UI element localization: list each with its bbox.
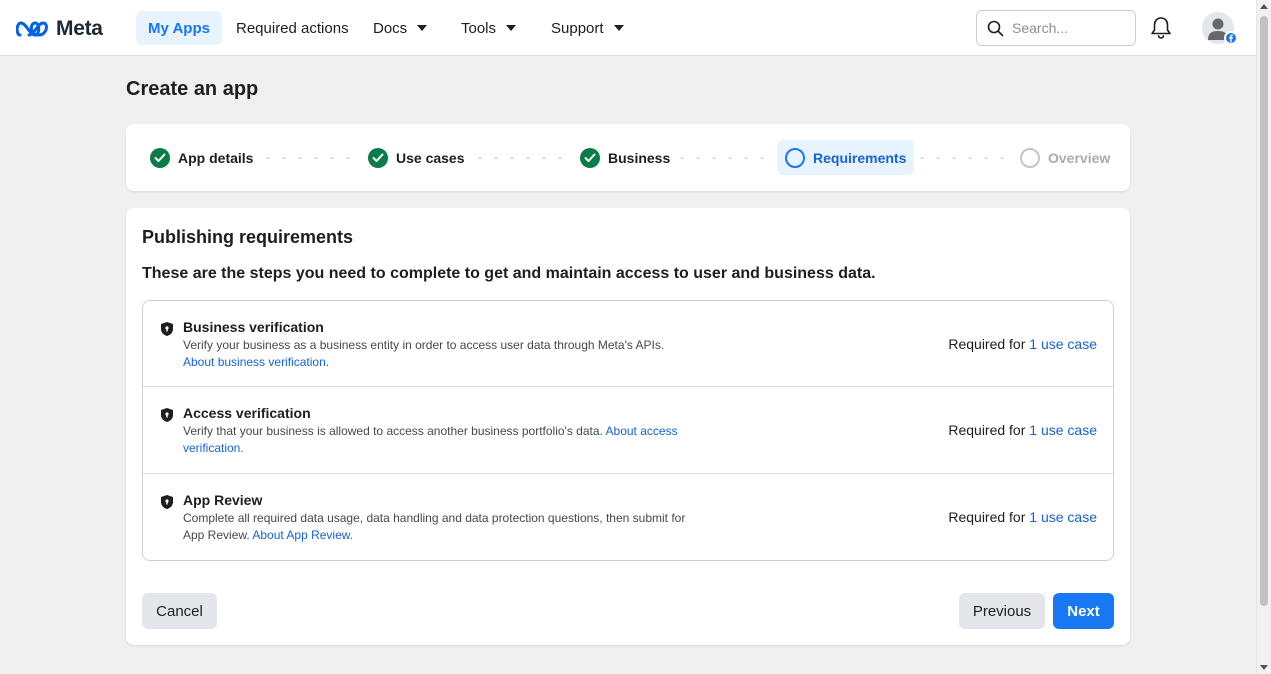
meta-logo[interactable]: Meta — [16, 17, 103, 41]
step-label: App details — [178, 149, 254, 166]
requirements-list: Business verification Verify your busine… — [142, 300, 1114, 561]
required-for: Required for 1 use case — [948, 422, 1097, 438]
step-label: Use cases — [396, 149, 465, 166]
caret-down-icon — [613, 25, 624, 31]
section-title: Publishing requirements — [142, 227, 354, 247]
progress-stepper: App details Use cases Business Requireme… — [126, 124, 1130, 191]
user-avatar[interactable] — [1202, 12, 1238, 45]
page-scrollbar[interactable] — [1256, 0, 1271, 674]
step-app-details[interactable]: App details — [150, 140, 253, 175]
scroll-down-arrow-icon[interactable] — [1260, 665, 1268, 670]
nav-required-actions-label: Required actions — [236, 19, 349, 37]
step-label: Overview — [1048, 149, 1111, 166]
use-case-link[interactable]: 1 use case — [1029, 336, 1097, 352]
section-subtitle: These are the steps you need to complete… — [142, 265, 876, 282]
next-button[interactable]: Next — [1053, 593, 1114, 629]
nav-tools[interactable]: Tools — [449, 11, 528, 45]
scrollbar-thumb[interactable] — [1260, 16, 1268, 606]
search-icon — [987, 20, 1004, 36]
search-box[interactable] — [976, 10, 1136, 46]
requirement-title: Access verification — [183, 405, 311, 421]
requirement-description-text: Verify your business as a business entit… — [183, 338, 665, 352]
step-connector — [472, 157, 572, 159]
requirement-title: App Review — [183, 492, 263, 508]
required-for-label: Required for — [948, 422, 1026, 438]
nav-required-actions[interactable]: Required actions — [224, 11, 361, 45]
use-case-link[interactable]: 1 use case — [1029, 422, 1097, 438]
page-title: Create an app — [126, 78, 259, 100]
nav-my-apps-label: My Apps — [148, 19, 210, 37]
meta-infinity-icon — [16, 21, 48, 37]
requirement-description-text: Verify that your business is allowed to … — [183, 424, 603, 438]
required-for-label: Required for — [948, 336, 1026, 352]
top-navigation-bar: Meta My Apps Required actions Docs Tools… — [0, 0, 1256, 56]
previous-button[interactable]: Previous — [959, 593, 1045, 629]
cancel-button[interactable]: Cancel — [142, 593, 217, 629]
shield-icon — [161, 495, 173, 509]
use-case-link[interactable]: 1 use case — [1029, 509, 1097, 525]
requirement-description: Verify your business as a business entit… — [183, 337, 703, 371]
nav-docs[interactable]: Docs — [361, 11, 439, 45]
caret-down-icon — [506, 25, 517, 31]
check-circle-icon — [580, 147, 600, 168]
caret-down-icon — [417, 25, 428, 31]
step-connector — [914, 157, 1014, 159]
current-step-circle-icon — [785, 147, 805, 168]
nav-support[interactable]: Support — [539, 11, 636, 45]
step-overview[interactable]: Overview — [1020, 140, 1110, 175]
search-input[interactable] — [1012, 20, 1122, 36]
facebook-badge-icon — [1224, 31, 1238, 45]
requirement-description: Verify that your business is allowed to … — [183, 423, 703, 457]
requirement-description: Complete all required data usage, data h… — [183, 510, 703, 544]
required-for-label: Required for — [948, 509, 1026, 525]
required-for: Required for 1 use case — [948, 336, 1097, 352]
step-connector — [260, 157, 360, 159]
step-label: Requirements — [813, 149, 907, 166]
brand-name: Meta — [56, 17, 103, 40]
nav-tools-label: Tools — [461, 19, 497, 37]
nav-support-label: Support — [551, 19, 604, 37]
about-app-review-link[interactable]: About App Review. — [252, 528, 353, 542]
scroll-up-arrow-icon[interactable] — [1260, 4, 1268, 9]
requirement-row-access-verification: Access verification Verify that your bus… — [143, 387, 1113, 474]
about-business-verification-link[interactable]: About business verification. — [183, 355, 329, 369]
check-circle-icon — [150, 147, 170, 168]
shield-icon — [161, 322, 173, 336]
notifications-bell-icon[interactable] — [1150, 16, 1172, 45]
step-connector — [674, 157, 774, 159]
required-for: Required for 1 use case — [948, 509, 1097, 525]
step-requirements[interactable]: Requirements — [777, 140, 915, 175]
step-use-cases[interactable]: Use cases — [368, 140, 465, 175]
shield-icon — [161, 408, 173, 422]
nav-my-apps[interactable]: My Apps — [136, 11, 222, 45]
publishing-requirements-card: Publishing requirements These are the st… — [126, 208, 1130, 645]
empty-step-circle-icon — [1020, 147, 1040, 168]
step-label: Business — [608, 149, 671, 166]
requirement-title: Business verification — [183, 319, 324, 335]
check-circle-icon — [368, 147, 388, 168]
step-business[interactable]: Business — [580, 140, 670, 175]
requirement-row-business-verification: Business verification Verify your busine… — [143, 301, 1113, 387]
nav-docs-label: Docs — [373, 19, 408, 37]
requirement-row-app-review: App Review Complete all required data us… — [143, 474, 1113, 560]
